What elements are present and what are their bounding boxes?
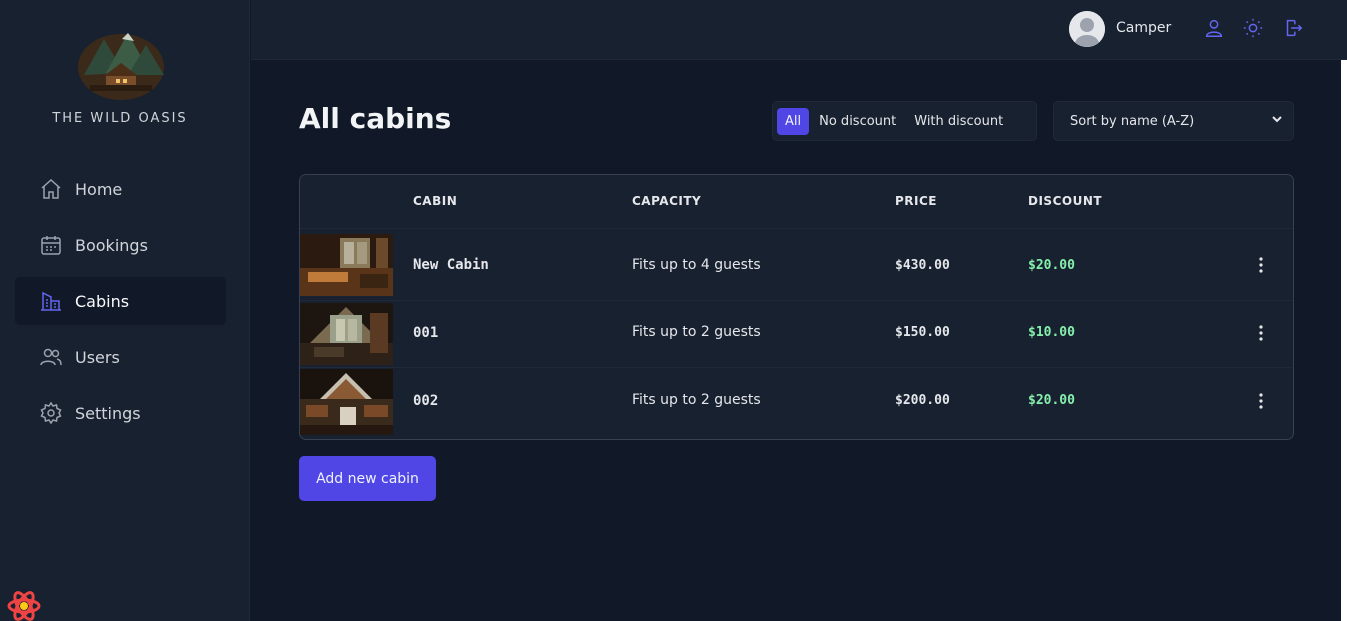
page-title: All cabins (299, 102, 452, 135)
avatar (1069, 11, 1105, 47)
cabin-image (300, 303, 393, 365)
sidebar-item-label: Home (75, 179, 123, 199)
more-vertical-icon (1251, 325, 1271, 347)
brand-name: THE WILD OASIS (52, 111, 188, 126)
sun-icon (1242, 18, 1264, 43)
sort-select-value: Sort by name (A-Z) (1070, 113, 1195, 129)
row-menu-button[interactable] (1251, 323, 1271, 343)
filter-with-discount-button[interactable]: With discount (906, 108, 1011, 135)
calendar-icon (39, 233, 63, 257)
row-menu-button[interactable] (1251, 391, 1271, 411)
sidebar-item-label: Users (75, 347, 120, 367)
account-button[interactable] (1203, 17, 1227, 41)
sidebar-item-bookings[interactable]: Bookings (15, 221, 226, 269)
cabin-discount: $10.00 (1028, 325, 1075, 340)
sidebar-item-cabins[interactable]: Cabins (15, 277, 226, 325)
top-header: Camper (251, 0, 1347, 60)
sidebar-item-label: Bookings (75, 235, 148, 255)
column-header-capacity: CAPACITY (632, 194, 702, 208)
cabin-price: $200.00 (895, 393, 950, 408)
cabin-discount: $20.00 (1028, 258, 1075, 273)
cabin-capacity: Fits up to 2 guests (632, 392, 761, 408)
cabin-name: New Cabin (413, 257, 489, 273)
table-row: 002 Fits up to 2 guests $200.00 $20.00 (300, 368, 1293, 439)
sidebar-item-settings[interactable]: Settings (15, 389, 226, 437)
logo (76, 27, 166, 101)
discount-filter: All No discount With discount (772, 101, 1037, 141)
user-name: Camper (1116, 20, 1172, 36)
column-header-price: PRICE (895, 194, 938, 208)
filter-no-discount-button[interactable]: No discount (811, 108, 904, 135)
sidebar-item-label: Cabins (75, 291, 130, 311)
table-row: 001 Fits up to 2 guests $150.00 $10.00 (300, 301, 1293, 368)
sidebar-nav: Home Bookings Cabins Users Settings (15, 165, 226, 445)
cabin-image (300, 234, 393, 296)
logout-button[interactable] (1282, 17, 1306, 41)
cabin-price: $430.00 (895, 258, 950, 273)
cabin-capacity: Fits up to 2 guests (632, 324, 761, 340)
users-icon (39, 345, 63, 369)
sidebar-item-home[interactable]: Home (15, 165, 226, 213)
cabin-name: 002 (413, 393, 439, 409)
user-icon (1203, 19, 1225, 43)
filter-all-button[interactable]: All (777, 107, 810, 135)
row-menu-button[interactable] (1251, 255, 1271, 275)
react-devtools-icon[interactable] (6, 590, 42, 621)
logout-icon (1282, 19, 1304, 43)
table-row: New Cabin Fits up to 4 guests $430.00 $2… (300, 229, 1293, 301)
table-header: CABIN CAPACITY PRICE DISCOUNT (300, 175, 1293, 229)
column-header-discount: DISCOUNT (1028, 194, 1103, 208)
sidebar-item-label: Settings (75, 403, 141, 423)
sidebar: THE WILD OASIS Home Bookings Cabins User… (0, 0, 250, 621)
sidebar-item-users[interactable]: Users (15, 333, 226, 381)
more-vertical-icon (1251, 393, 1271, 415)
sort-select[interactable]: Sort by name (A-Z) (1053, 101, 1294, 141)
cabin-discount: $20.00 (1028, 393, 1075, 408)
cabin-name: 001 (413, 325, 439, 341)
cabin-capacity: Fits up to 4 guests (632, 257, 761, 273)
cabin-price: $150.00 (895, 325, 950, 340)
more-vertical-icon (1251, 257, 1271, 279)
add-new-cabin-button[interactable]: Add new cabin (299, 456, 436, 501)
cabins-table: CABIN CAPACITY PRICE DISCOUNT New Cabin … (299, 174, 1294, 440)
chevron-down-icon (1271, 113, 1283, 129)
theme-toggle-button[interactable] (1242, 17, 1266, 41)
scrollbar[interactable] (1341, 60, 1347, 621)
building-icon (39, 289, 63, 313)
gear-icon (39, 401, 63, 425)
column-header-cabin: CABIN (413, 194, 458, 208)
cabin-image (300, 369, 393, 435)
home-icon (39, 177, 63, 201)
